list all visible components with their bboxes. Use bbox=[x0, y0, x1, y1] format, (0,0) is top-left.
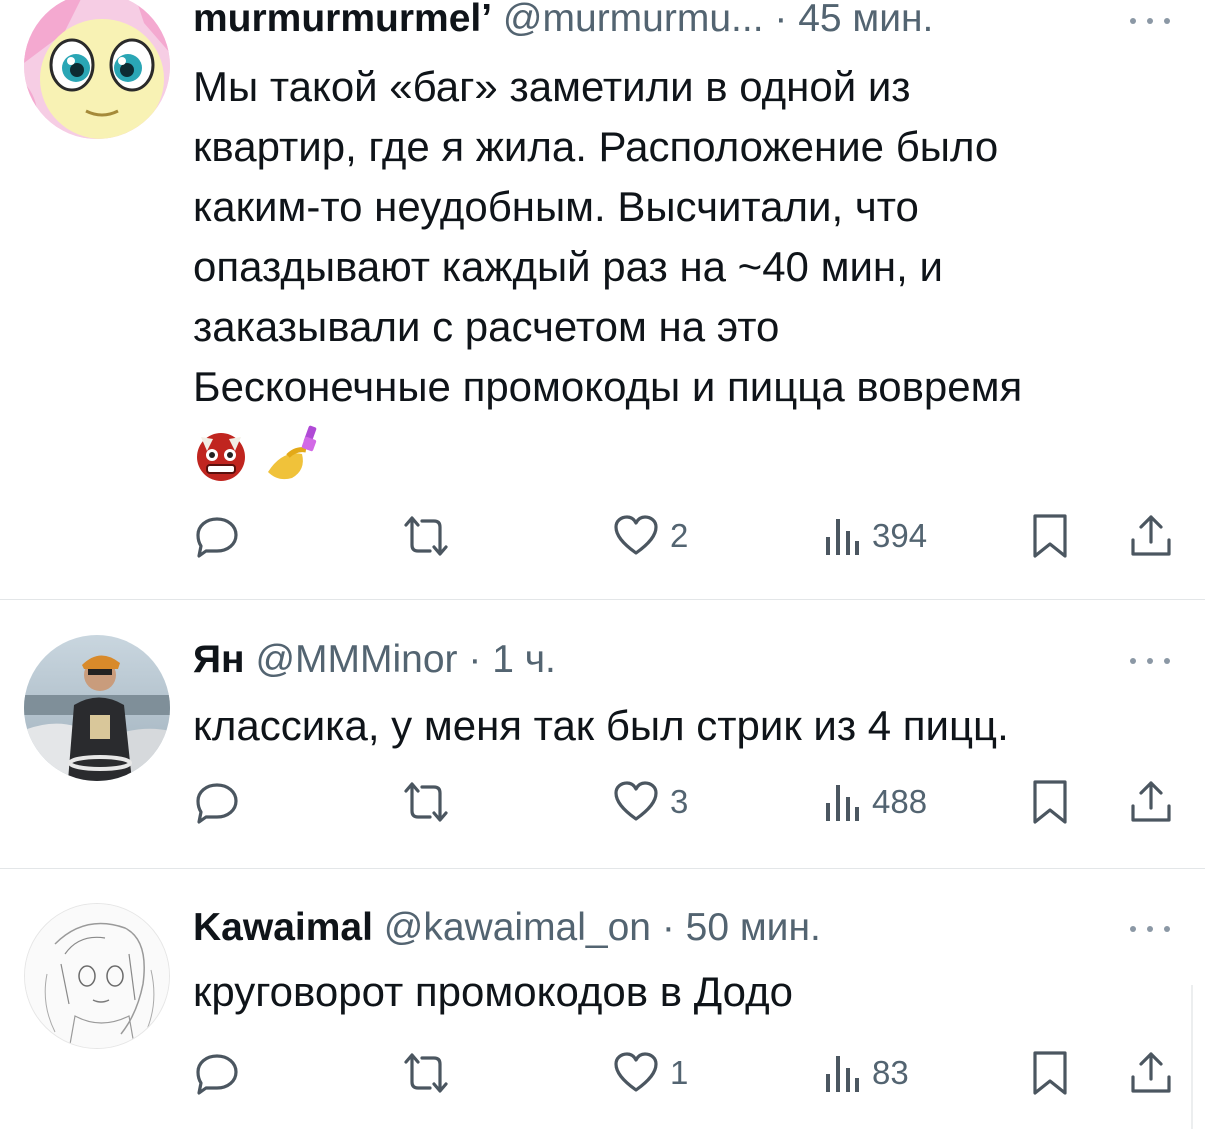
retweet-icon bbox=[404, 1053, 448, 1093]
retweet-button[interactable] bbox=[400, 1043, 452, 1103]
bookmark-button[interactable] bbox=[1030, 506, 1070, 566]
reply-icon bbox=[196, 783, 238, 824]
bookmark-button[interactable] bbox=[1030, 1043, 1070, 1103]
views-count: 488 bbox=[872, 783, 928, 820]
author-name[interactable]: murmurmurmel’ bbox=[193, 0, 492, 40]
views-count: 394 bbox=[872, 517, 928, 554]
like-icon bbox=[614, 781, 658, 821]
views-icon bbox=[826, 519, 859, 555]
author-handle[interactable]: @murmurmu... bbox=[503, 0, 764, 40]
reply-button[interactable] bbox=[194, 1043, 240, 1103]
author-name[interactable]: Kawaimal bbox=[193, 906, 373, 949]
header-separator: · bbox=[763, 0, 799, 40]
tweet-text-line: каким-то неудобным. Высчитали, что bbox=[193, 183, 919, 230]
more-icon[interactable] bbox=[1126, 918, 1174, 938]
views-icon bbox=[826, 785, 859, 821]
timestamp[interactable]: 50 мин. bbox=[686, 906, 821, 949]
tweet-text-line: Бесконечные промокоды и пицца вовремя bbox=[193, 363, 1023, 410]
author-name[interactable]: Ян bbox=[193, 638, 245, 681]
tweet-text-line: опаздывают каждый раз на ~40 мин, и bbox=[193, 243, 943, 290]
bookmark-icon bbox=[1033, 514, 1067, 558]
tweet-header: murmurmurmel’ @murmurmu... · 45 мин. bbox=[193, 0, 933, 44]
tweet-text-line: Мы такой «баг» заметили в одной из bbox=[193, 63, 911, 110]
action-bar: 2 394 bbox=[0, 506, 1205, 566]
timestamp[interactable]: 1 ч. bbox=[492, 638, 556, 681]
share-button[interactable] bbox=[1128, 506, 1174, 566]
reply-button[interactable] bbox=[194, 506, 240, 566]
retweet-button[interactable] bbox=[400, 506, 452, 566]
share-icon bbox=[1131, 781, 1171, 822]
like-icon bbox=[614, 1052, 658, 1092]
action-bar: 3 488 bbox=[0, 772, 1205, 832]
nail-polish-icon bbox=[262, 420, 326, 489]
header-separator: · bbox=[650, 906, 686, 949]
author-handle[interactable]: @kawaimal_on bbox=[384, 906, 651, 949]
views-button[interactable]: 488 bbox=[822, 772, 927, 832]
tweet-1[interactable]: murmurmurmel’ @murmurmu... · 45 мин. Мы … bbox=[0, 0, 1205, 598]
tweet-text-line: круговорот промокодов в Додо bbox=[193, 968, 793, 1015]
tweet-header: Kawaimal @kawaimal_on · 50 мин. bbox=[193, 903, 821, 953]
like-count: 1 bbox=[670, 1054, 689, 1091]
avatar[interactable] bbox=[24, 903, 170, 1049]
avatar[interactable] bbox=[24, 635, 170, 781]
like-icon bbox=[614, 515, 658, 555]
header-separator: · bbox=[457, 638, 493, 681]
bookmark-icon bbox=[1033, 780, 1067, 824]
tweet-text: круговорот промокодов в Додо bbox=[193, 962, 1183, 1022]
share-button[interactable] bbox=[1128, 1043, 1174, 1103]
like-button[interactable]: 3 bbox=[612, 772, 688, 832]
tweet-text-line: классика, у меня так был стрик из 4 пицц… bbox=[193, 702, 1009, 749]
author-handle[interactable]: @MMMinor bbox=[255, 638, 457, 681]
tweet-text: Мы такой «баг» заметили в одной из кварт… bbox=[193, 57, 1183, 417]
like-button[interactable]: 2 bbox=[612, 506, 688, 566]
like-count: 2 bbox=[670, 517, 689, 554]
views-count: 83 bbox=[872, 1054, 909, 1091]
tweet-text: классика, у меня так был стрик из 4 пицц… bbox=[193, 696, 1183, 756]
tweet-header: Ян @MMMinor · 1 ч. bbox=[193, 635, 556, 685]
tweet-2[interactable]: Ян @MMMinor · 1 ч. классика, у меня так … bbox=[0, 600, 1205, 868]
share-button[interactable] bbox=[1128, 772, 1174, 832]
action-bar: 1 83 bbox=[0, 1043, 1205, 1103]
tweet-text-line: заказывали с расчетом на это bbox=[193, 303, 780, 350]
bookmark-button[interactable] bbox=[1030, 772, 1070, 832]
reply-button[interactable] bbox=[194, 772, 240, 832]
avatar[interactable] bbox=[24, 0, 170, 139]
tweet-3[interactable]: Kawaimal @kawaimal_on · 50 мин. круговор… bbox=[0, 869, 1205, 1129]
reply-icon bbox=[196, 517, 238, 558]
views-button[interactable]: 394 bbox=[822, 506, 927, 566]
share-icon bbox=[1131, 1052, 1171, 1093]
retweet-icon bbox=[404, 516, 448, 556]
like-button[interactable]: 1 bbox=[612, 1043, 688, 1103]
timestamp[interactable]: 45 мин. bbox=[798, 0, 933, 40]
tweet-text-line: квартир, где я жила. Расположение было bbox=[193, 123, 999, 170]
share-icon bbox=[1131, 515, 1171, 556]
views-icon bbox=[826, 1056, 859, 1092]
retweet-button[interactable] bbox=[400, 772, 452, 832]
retweet-icon bbox=[404, 782, 448, 822]
more-icon[interactable] bbox=[1126, 10, 1174, 30]
views-button[interactable]: 83 bbox=[822, 1043, 909, 1103]
scroll-edge bbox=[1191, 985, 1193, 1129]
bookmark-icon bbox=[1033, 1051, 1067, 1095]
like-count: 3 bbox=[670, 783, 689, 820]
more-icon[interactable] bbox=[1126, 650, 1174, 670]
reply-icon bbox=[196, 1054, 238, 1095]
